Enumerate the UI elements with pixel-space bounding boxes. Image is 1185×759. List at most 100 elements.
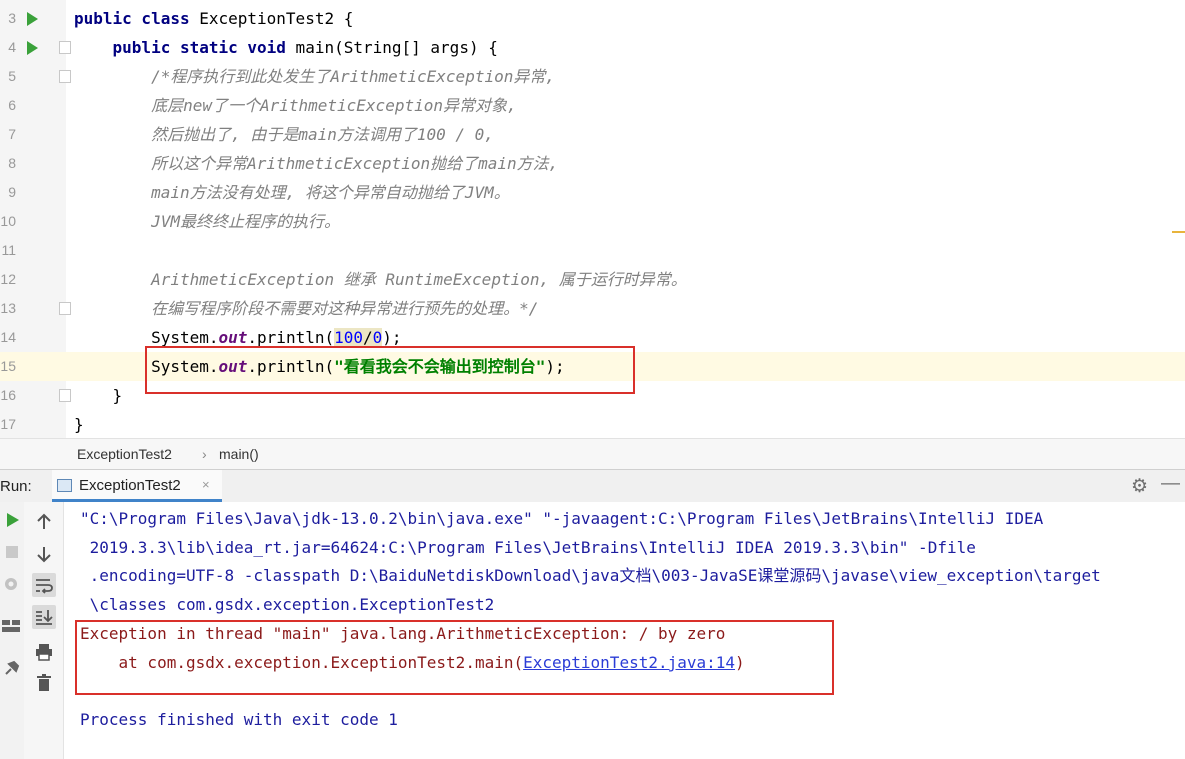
- code-line[interactable]: 8 所以这个异常ArithmeticException抛给了main方法,: [0, 149, 1185, 178]
- line-number: 3: [8, 10, 16, 26]
- fold-marker-icon[interactable]: [59, 389, 71, 402]
- code-token: public class: [74, 9, 190, 28]
- code-line[interactable]: 12 ArithmeticException 继承 RuntimeExcepti…: [0, 265, 1185, 294]
- code-text: public static void main(String[] args) {: [74, 33, 498, 62]
- code-token: main方法没有处理, 将这个异常自动抛给了JVM。: [74, 183, 510, 202]
- breadcrumb-method[interactable]: main(): [219, 446, 259, 462]
- close-icon[interactable]: ×: [202, 477, 210, 492]
- run-label: Run:: [0, 478, 32, 495]
- code-text: public class ExceptionTest2 {: [74, 4, 353, 33]
- code-token: 底层new了一个ArithmeticException异常对象,: [74, 96, 517, 115]
- application-icon: [57, 479, 72, 492]
- fold-marker-icon[interactable]: [59, 41, 71, 54]
- code-line[interactable]: 3 public class ExceptionTest2 {: [0, 4, 1185, 33]
- code-editor[interactable]: 3 public class ExceptionTest2 {4 public s…: [0, 0, 1185, 438]
- code-token: main(String[] args) {: [285, 38, 498, 57]
- code-token: 在编写程序阶段不需要对这种异常进行预先的处理。*/: [74, 299, 539, 318]
- scroll-to-end-icon[interactable]: [32, 605, 56, 629]
- console-command-line: \classes com.gsdx.exception.ExceptionTes…: [80, 595, 495, 614]
- code-line[interactable]: 5 /*程序执行到此处发生了ArithmeticException异常,: [0, 62, 1185, 91]
- run-left-toolbar: [0, 502, 24, 759]
- code-token: ArithmeticException 继承 RuntimeException,…: [74, 270, 687, 289]
- code-text: }: [74, 410, 84, 438]
- run-tab[interactable]: ExceptionTest2 ×: [52, 470, 222, 502]
- code-text: ArithmeticException 继承 RuntimeException,…: [74, 265, 687, 294]
- fold-marker-icon[interactable]: [59, 70, 71, 83]
- code-text: /*程序执行到此处发生了ArithmeticException异常,: [74, 62, 555, 91]
- code-text: main方法没有处理, 将这个异常自动抛给了JVM。: [74, 178, 510, 207]
- code-token: out: [218, 328, 248, 347]
- code-line[interactable]: 4 public static void main(String[] args)…: [0, 33, 1185, 62]
- code-text: JVM最终终止程序的执行。: [74, 207, 340, 236]
- code-text: 所以这个异常ArithmeticException抛给了main方法,: [74, 149, 558, 178]
- warning-marker[interactable]: [1172, 231, 1185, 233]
- code-token: JVM最终终止程序的执行。: [74, 212, 340, 231]
- gear-icon[interactable]: ⚙: [1131, 475, 1148, 498]
- code-line[interactable]: 17}: [0, 410, 1185, 438]
- print-icon[interactable]: [32, 640, 56, 664]
- exit-message: Process finished with exit code 1: [80, 710, 398, 729]
- code-text: }: [74, 381, 123, 410]
- minimize-icon[interactable]: —: [1161, 473, 1180, 495]
- breadcrumb: ExceptionTest2 › main(): [0, 438, 1185, 469]
- line-number: 7: [8, 126, 16, 142]
- console-command-line: "C:\Program Files\Java\jdk-13.0.2\bin\ja…: [80, 509, 1044, 528]
- line-number: 16: [0, 387, 16, 403]
- code-token: 100: [334, 328, 364, 347]
- highlight-box-print-statement: [145, 346, 635, 394]
- pin-icon[interactable]: [0, 656, 24, 680]
- debug-settings-icon[interactable]: [0, 572, 24, 596]
- code-token: /: [363, 328, 373, 347]
- code-line[interactable]: 10 JVM最终终止程序的执行。: [0, 207, 1185, 236]
- scroll-up-icon[interactable]: [32, 510, 56, 534]
- code-token: 所以这个异常ArithmeticException抛给了main方法,: [74, 154, 559, 173]
- line-number: 14: [0, 329, 16, 345]
- run-icon[interactable]: [0, 508, 24, 532]
- code-token: .println(: [247, 328, 335, 347]
- run-console-toolbar: [24, 502, 64, 759]
- code-text: 然后抛出了, 由于是main方法调用了100 / 0,: [74, 120, 494, 149]
- code-line[interactable]: 9 main方法没有处理, 将这个异常自动抛给了JVM。: [0, 178, 1185, 207]
- line-number: 13: [0, 300, 16, 316]
- code-token: ExceptionTest2 {: [189, 9, 354, 28]
- code-token: }: [74, 386, 123, 405]
- code-token: System.: [74, 328, 219, 347]
- line-number: 5: [8, 68, 16, 84]
- line-number: 17: [0, 416, 16, 432]
- code-text: 底层new了一个ArithmeticException异常对象,: [74, 91, 517, 120]
- code-token: }: [74, 415, 84, 434]
- console-command-line: .encoding=UTF-8 -classpath D:\BaiduNetdi…: [80, 566, 1101, 585]
- code-line[interactable]: 6 底层new了一个ArithmeticException异常对象,: [0, 91, 1185, 120]
- line-number: 9: [8, 184, 16, 200]
- console-output[interactable]: "C:\Program Files\Java\jdk-13.0.2\bin\ja…: [64, 502, 1185, 759]
- fold-marker-icon[interactable]: [59, 302, 71, 315]
- soft-wrap-icon[interactable]: [32, 573, 56, 597]
- code-token: 0: [372, 328, 383, 347]
- layout-icon[interactable]: [0, 614, 24, 638]
- code-token: /*程序执行到此处发生了ArithmeticException异常,: [74, 67, 555, 86]
- run-gutter-icon[interactable]: [27, 41, 38, 55]
- code-token: public static void: [74, 38, 286, 57]
- stop-icon[interactable]: [0, 540, 24, 564]
- scroll-down-icon[interactable]: [32, 542, 56, 566]
- code-token: 然后抛出了, 由于是main方法调用了100 / 0,: [74, 125, 494, 144]
- line-number: 12: [0, 271, 16, 287]
- line-number: 8: [8, 155, 16, 171]
- line-number: 15: [0, 358, 16, 374]
- code-line[interactable]: 11: [0, 236, 1185, 265]
- code-token: );: [382, 328, 402, 347]
- run-toolwindow-header: Run: ExceptionTest2 × ⚙ —: [0, 469, 1185, 502]
- run-gutter-icon[interactable]: [27, 12, 38, 26]
- code-text: 在编写程序阶段不需要对这种异常进行预先的处理。*/: [74, 294, 538, 323]
- trash-icon[interactable]: [32, 671, 56, 695]
- breadcrumb-class[interactable]: ExceptionTest2: [77, 446, 172, 462]
- line-number: 11: [1, 242, 16, 258]
- console-command-line: 2019.3.3\lib\idea_rt.jar=64624:C:\Progra…: [80, 538, 976, 557]
- run-tab-label: ExceptionTest2: [79, 477, 181, 494]
- line-number: 10: [0, 213, 16, 229]
- code-line[interactable]: 13 在编写程序阶段不需要对这种异常进行预先的处理。*/: [0, 294, 1185, 323]
- breadcrumb-separator: ›: [202, 446, 207, 462]
- code-line[interactable]: 7 然后抛出了, 由于是main方法调用了100 / 0,: [0, 120, 1185, 149]
- highlight-box-exception: [75, 620, 834, 695]
- line-number: 4: [8, 39, 16, 55]
